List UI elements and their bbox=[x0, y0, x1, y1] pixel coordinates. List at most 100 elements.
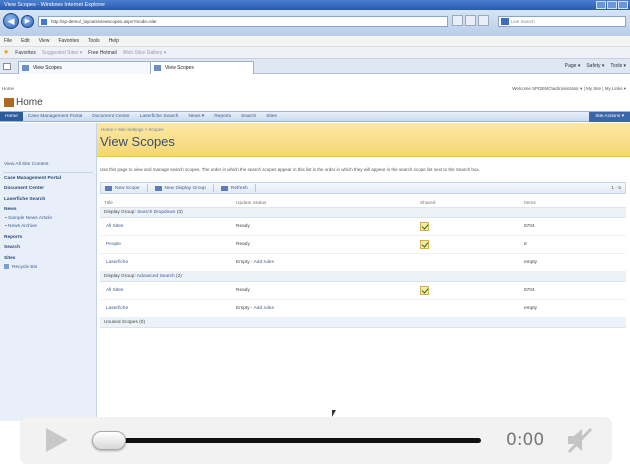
ql-case-management[interactable]: Case Management Portal bbox=[0, 175, 96, 184]
menu-favorites[interactable]: Favorites bbox=[58, 36, 79, 46]
refresh-label: Refresh bbox=[230, 185, 248, 191]
add-rules-link[interactable]: Add rules bbox=[254, 260, 274, 265]
shared-check-icon bbox=[420, 286, 429, 295]
stop-icon[interactable] bbox=[478, 15, 489, 26]
ql-news[interactable]: News bbox=[0, 206, 96, 215]
breadcrumb[interactable]: Home > Site Settings > Scopes bbox=[101, 127, 164, 132]
menu-bar: File Edit View Favorites Tools Help bbox=[0, 36, 630, 47]
maximize-button[interactable] bbox=[607, 1, 617, 9]
view-all-site-content-link[interactable]: View All Site Content bbox=[0, 161, 96, 170]
refresh-icon[interactable] bbox=[465, 15, 476, 26]
scrub-handle[interactable] bbox=[92, 431, 126, 450]
nav-news[interactable]: News ▾ bbox=[183, 112, 209, 121]
recycle-bin-label: Recycle Bin bbox=[12, 264, 38, 270]
column-update-status[interactable]: Update Status bbox=[236, 199, 266, 208]
nav-laserfiche-search[interactable]: Laserfiche Search bbox=[135, 112, 184, 121]
forward-button[interactable]: ▶ bbox=[21, 15, 34, 28]
table-row: Laserfiche Empty - Add rules empty bbox=[100, 254, 626, 272]
group-link[interactable]: Search Dropdown bbox=[137, 210, 175, 215]
menu-edit[interactable]: Edit bbox=[21, 36, 30, 46]
minimize-button[interactable] bbox=[596, 1, 606, 9]
nav-home[interactable]: Home bbox=[0, 112, 23, 121]
progress-track[interactable] bbox=[95, 438, 481, 443]
status-text: Ready bbox=[236, 224, 250, 229]
ql-document-center[interactable]: Document Center bbox=[0, 185, 96, 194]
table-row: People Ready 8 bbox=[100, 236, 626, 254]
address-input[interactable]: http://sp-demo/_layouts/viewscopes.aspx?… bbox=[38, 16, 448, 27]
items-count: empty bbox=[524, 260, 538, 265]
search-input[interactable]: Live Search bbox=[498, 16, 626, 27]
command-page[interactable]: Page ▾ bbox=[565, 63, 581, 69]
close-window-button[interactable] bbox=[618, 1, 628, 9]
favorites-label[interactable]: Favorites bbox=[15, 47, 36, 58]
address-text: http://sp-demo/_layouts/viewscopes.aspx?… bbox=[51, 19, 157, 24]
scope-title-link[interactable]: All Sites bbox=[106, 218, 123, 236]
toolbar-divider bbox=[254, 184, 256, 192]
scope-title-link[interactable]: People bbox=[106, 236, 121, 254]
command-tools[interactable]: Tools ▾ bbox=[610, 63, 626, 69]
scope-title-link[interactable]: All Sites bbox=[106, 282, 123, 300]
welcome-menu[interactable]: Welcome SPDEMO\administrator ▾ | My Site… bbox=[512, 85, 626, 93]
browser-tab-2[interactable]: View Scopes bbox=[150, 61, 254, 74]
favorite-suggested-sites[interactable]: Suggested Sites ▾ bbox=[42, 47, 82, 58]
paging-indicator: 1 - 5 bbox=[611, 186, 621, 191]
menu-help[interactable]: Help bbox=[109, 36, 119, 46]
ql-sites[interactable]: Sites bbox=[0, 255, 96, 264]
status-text: Empty - bbox=[236, 260, 254, 265]
nav-search[interactable]: Search bbox=[236, 112, 261, 121]
command-safety[interactable]: Safety ▾ bbox=[586, 63, 604, 69]
tab-page-icon bbox=[22, 65, 29, 71]
compatibility-icon[interactable] bbox=[452, 15, 463, 26]
quick-launch: View All Site Content Case Management Po… bbox=[0, 123, 97, 421]
update-status: Ready bbox=[236, 236, 250, 254]
refresh-button[interactable]: Refresh bbox=[220, 185, 248, 191]
top-navigation: Home Case Management Portal Document Cen… bbox=[0, 111, 630, 122]
site-title-text: Home bbox=[16, 97, 43, 108]
site-title[interactable]: Home bbox=[4, 96, 43, 110]
nav-reports[interactable]: Reports bbox=[209, 112, 236, 121]
column-shared[interactable]: Shared bbox=[420, 199, 435, 208]
volume-muted-icon[interactable] bbox=[565, 426, 595, 454]
quick-tabs-icon[interactable] bbox=[3, 63, 11, 70]
back-button[interactable]: ◀ bbox=[3, 13, 19, 29]
ql-laserfiche-search[interactable]: Laserfiche Search bbox=[0, 196, 96, 205]
nav-document-center[interactable]: Document Center bbox=[87, 112, 135, 121]
scope-title-link[interactable]: Laserfiche bbox=[106, 254, 128, 272]
status-text: Ready bbox=[236, 288, 250, 293]
new-scope-button[interactable]: New Scope bbox=[105, 185, 140, 191]
favorite-web-slice[interactable]: Web Slice Gallery ▾ bbox=[123, 47, 167, 58]
ql-sub-label: News Archive bbox=[8, 224, 38, 229]
column-items[interactable]: Items bbox=[524, 199, 536, 208]
command-bar: Page ▾ Safety ▾ Tools ▾ bbox=[565, 63, 626, 69]
favorites-star-icon[interactable]: ★ bbox=[3, 47, 9, 58]
site-label[interactable]: Home bbox=[2, 86, 14, 91]
favorite-hotmail[interactable]: Free Hotmail bbox=[88, 47, 117, 58]
group-prefix: Display Group: bbox=[104, 274, 137, 279]
menu-tools[interactable]: Tools bbox=[88, 36, 100, 46]
ql-reports[interactable]: Reports bbox=[0, 234, 96, 243]
video-controls: 0:00 bbox=[20, 417, 612, 464]
nav-sites[interactable]: Sites bbox=[261, 112, 282, 121]
tab-page-icon bbox=[154, 65, 161, 71]
nav-case-management[interactable]: Case Management Portal bbox=[23, 112, 87, 121]
group-link[interactable]: Advanced Search bbox=[137, 274, 175, 279]
menu-file[interactable]: File bbox=[4, 36, 12, 46]
scope-title-link[interactable]: Laserfiche bbox=[106, 300, 128, 318]
ql-search[interactable]: Search bbox=[0, 244, 96, 253]
column-title[interactable]: Title bbox=[104, 199, 113, 208]
ql-news-archive[interactable]: ▪ News Archive bbox=[0, 223, 96, 232]
add-rules-link[interactable]: Add rules bbox=[254, 306, 274, 311]
update-status: Ready bbox=[236, 218, 250, 236]
browser-tab-1[interactable]: View Scopes ✕ bbox=[18, 61, 168, 74]
ql-recycle-bin[interactable]: Recycle Bin bbox=[0, 263, 96, 272]
scopes-table: Title Update Status Shared Items Display… bbox=[100, 199, 626, 328]
play-button[interactable] bbox=[46, 428, 68, 452]
page-icon bbox=[41, 19, 47, 25]
menu-view[interactable]: View bbox=[39, 36, 50, 46]
mouse-cursor bbox=[332, 410, 336, 417]
ql-sample-news-article[interactable]: ▪ Sample News Article bbox=[0, 215, 96, 224]
site-actions-button[interactable]: Site Actions ▾ bbox=[589, 112, 630, 122]
tab-row: View Scopes ✕ View Scopes Page ▾ Safety … bbox=[0, 59, 630, 74]
new-display-group-button[interactable]: New Display Group bbox=[154, 185, 206, 191]
address-bar: ◀ ▶ http://sp-demo/_layouts/viewscopes.a… bbox=[0, 10, 630, 36]
